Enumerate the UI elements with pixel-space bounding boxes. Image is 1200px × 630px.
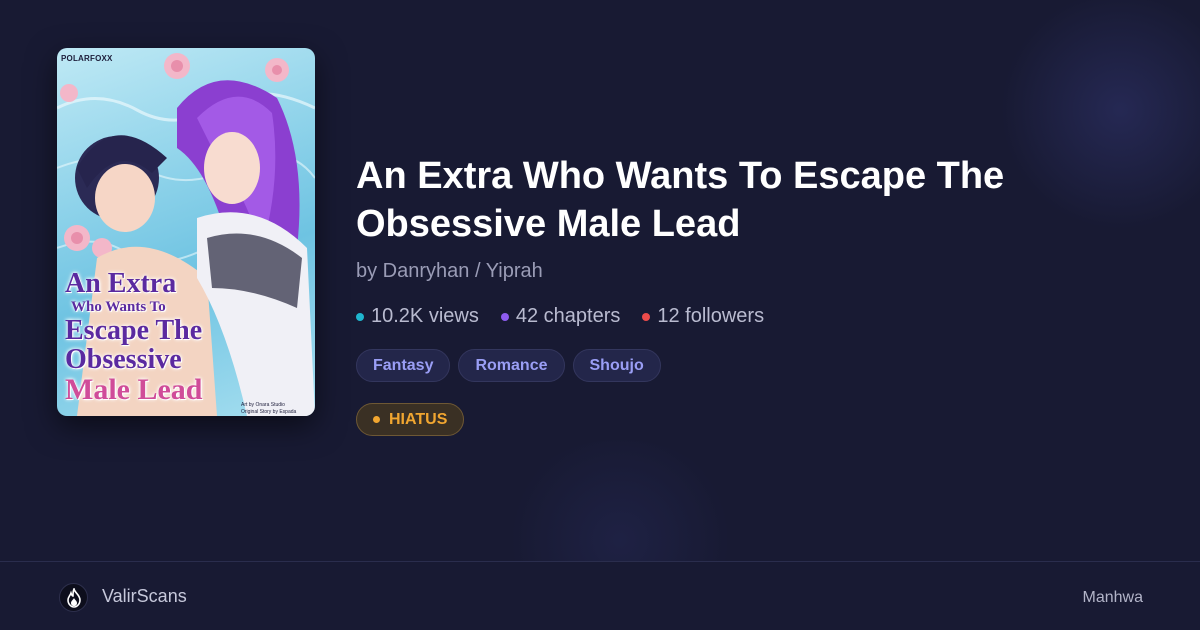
- followers-stat: 12 followers: [642, 305, 764, 328]
- series-stats: 10.2K views 42 chapters 12 followers: [356, 305, 764, 328]
- chapters-dot-icon: [500, 312, 509, 321]
- views-dot-icon: [356, 312, 364, 321]
- series-authors: by Danryhan / Yiprah: [356, 260, 543, 282]
- tag-fantasy[interactable]: Fantasy: [356, 349, 451, 382]
- cover-image[interactable]: POLARFOXX An Extra Who Wants To Escape T…: [57, 48, 315, 416]
- status-dot-icon: [373, 416, 380, 423]
- series-title: An Extra Who Wants To Escape The Obsessi…: [356, 155, 1005, 245]
- tag-shoujo[interactable]: Shoujo: [572, 349, 661, 382]
- genre-tags: Fantasy Romance Shoujo: [356, 349, 661, 382]
- flame-icon[interactable]: [59, 583, 88, 612]
- cover-credits: Art by Onara Studio Original Story by Es…: [241, 402, 297, 415]
- publisher-logo: POLARFOXX: [61, 54, 113, 63]
- chapters-stat: 42 chapters: [500, 305, 620, 328]
- footer: ValirScans Manhwa: [0, 561, 1200, 630]
- views-stat: 10.2K views: [356, 305, 479, 328]
- followers-dot-icon: [642, 312, 651, 321]
- status-badge: HIATUS: [356, 403, 465, 436]
- site-name[interactable]: ValirScans: [102, 586, 187, 607]
- series-type: Manhwa: [1082, 589, 1143, 606]
- tag-romance[interactable]: Romance: [458, 349, 565, 382]
- cover-title: An Extra Who Wants To Escape The Obsessi…: [65, 268, 203, 406]
